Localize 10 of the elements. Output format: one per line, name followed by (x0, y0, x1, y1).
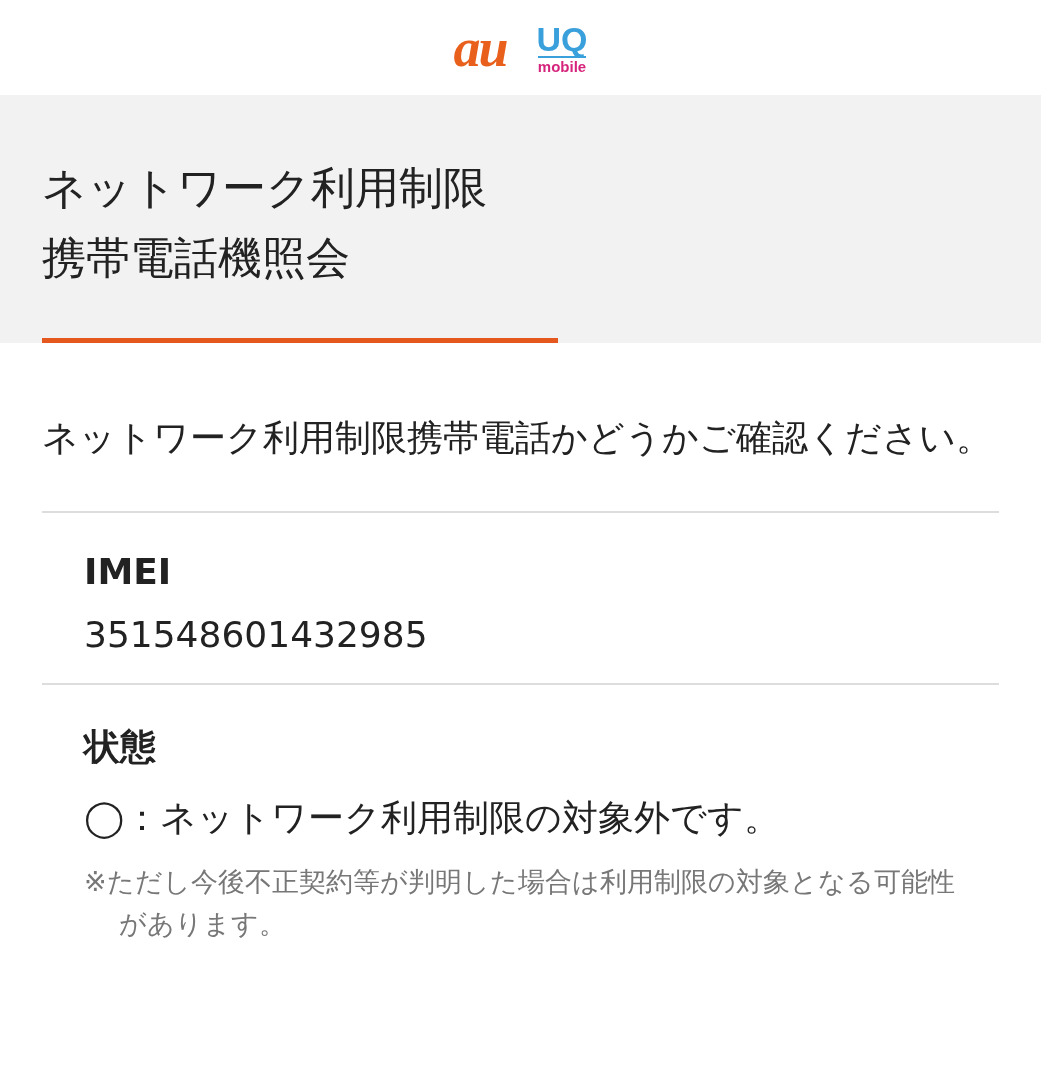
field-label: 状態 (84, 725, 157, 769)
field-value: 351548601432985 (84, 614, 429, 655)
note-text: ※ただし今後不正契約等が判明した場合は利用制限の対象となる可能性があります。 (84, 865, 956, 941)
field-label: IMEI (84, 551, 173, 592)
logo: au (453, 20, 507, 75)
page-title: ネットワーク利用制限 携帯電話機照会 (42, 161, 488, 285)
logo: UQ (536, 21, 588, 56)
intro-text: ネットワーク利用制限携帯電話かどうかご確認ください。 (42, 416, 993, 460)
field-value: ◯：ネットワーク利用制限の対象外です。 (84, 796, 782, 841)
logo-subtitle: mobile (537, 55, 587, 74)
